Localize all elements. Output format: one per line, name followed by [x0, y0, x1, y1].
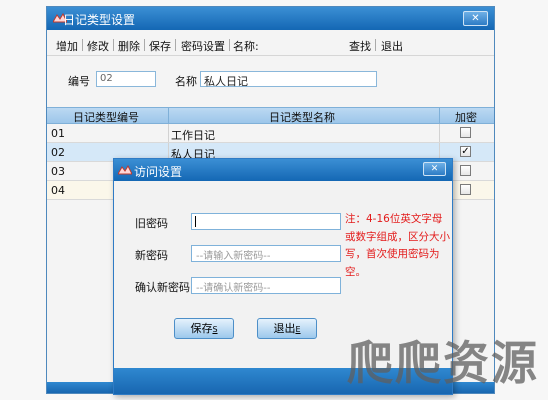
main-close-button[interactable]: ✕	[463, 11, 488, 26]
row-id-cell: 03	[51, 165, 65, 178]
row-id-cell: 01	[51, 127, 65, 140]
dialog-close-button[interactable]: ✕	[423, 162, 446, 176]
column-header-id[interactable]: 日记类型编号	[73, 109, 139, 125]
detail-form: 编号 02 名称 私人日记	[47, 65, 494, 97]
name-label: 名称	[175, 75, 197, 88]
app-icon	[118, 165, 132, 175]
dialog-title: 访问设置	[134, 165, 183, 179]
save-button[interactable]: 保存	[149, 38, 171, 54]
column-divider	[168, 108, 169, 123]
column-header-name[interactable]: 日记类型名称	[269, 109, 335, 125]
dialog-exit-button[interactable]: 退出E	[257, 318, 317, 339]
delete-button[interactable]: 删除	[118, 38, 140, 54]
toolbar-divider	[229, 39, 230, 51]
name-field[interactable]: 私人日记	[200, 71, 377, 88]
id-field[interactable]: 02	[96, 71, 156, 87]
id-label: 编号	[68, 75, 90, 88]
exit-button[interactable]: 退出	[381, 38, 403, 54]
dialog-save-button[interactable]: 保存S	[174, 318, 234, 339]
new-password-input[interactable]: --请输入新密码--	[191, 245, 341, 262]
exit-button-label: 退出	[273, 322, 296, 335]
column-divider	[168, 124, 169, 142]
toolbar-divider	[175, 39, 176, 51]
row-name-cell: 工作日记	[171, 129, 215, 142]
add-button[interactable]: 增加	[56, 38, 78, 54]
toolbar-name-label: 名称:	[233, 40, 259, 53]
toolbar-divider	[113, 39, 114, 51]
row-id-cell: 04	[51, 184, 65, 197]
old-password-input[interactable]	[191, 213, 341, 230]
find-button[interactable]: 查找	[349, 38, 371, 54]
watermark: 爬爬资源	[347, 336, 539, 390]
old-password-label: 旧密码	[135, 217, 168, 230]
encrypted-checkbox[interactable]	[460, 127, 471, 138]
toolbar-divider	[82, 39, 83, 51]
toolbar: 增加 修改 删除 保存 密码设置 名称: 查找 退出	[47, 35, 494, 56]
confirm-password-label: 确认新密码	[135, 281, 190, 294]
encrypted-checkbox[interactable]	[460, 184, 471, 195]
text-caret	[195, 216, 196, 227]
toolbar-divider	[375, 39, 376, 51]
new-password-label: 新密码	[135, 249, 168, 262]
save-shortcut-key: S	[212, 325, 218, 334]
grid-header: 日记类型编号 日记类型名称 加密	[47, 107, 494, 124]
dialog-titlebar[interactable]: 访问设置 ✕	[114, 159, 452, 181]
main-window-title: 日记类型设置	[63, 13, 136, 27]
table-row[interactable]: 01 工作日记	[47, 124, 494, 143]
main-titlebar[interactable]: 日记类型设置 ✕	[47, 7, 494, 30]
encrypted-checkbox[interactable]	[460, 165, 471, 176]
encrypted-checkbox[interactable]: ✓	[460, 146, 471, 157]
toolbar-divider	[144, 39, 145, 51]
password-settings-button[interactable]: 密码设置	[181, 38, 225, 54]
exit-shortcut-key: E	[295, 325, 301, 334]
confirm-password-input[interactable]: --请确认新密码--	[191, 277, 341, 294]
row-id-cell: 02	[51, 146, 65, 159]
column-divider	[439, 124, 440, 142]
column-header-encrypted[interactable]: 加密	[455, 109, 477, 125]
column-divider	[439, 108, 440, 123]
edit-button[interactable]: 修改	[87, 38, 109, 54]
save-button-label: 保存	[190, 322, 213, 335]
password-rule-note: 注：4-16位英文字母或数字组成，区分大小写，首次使用密码为空。	[345, 213, 450, 278]
